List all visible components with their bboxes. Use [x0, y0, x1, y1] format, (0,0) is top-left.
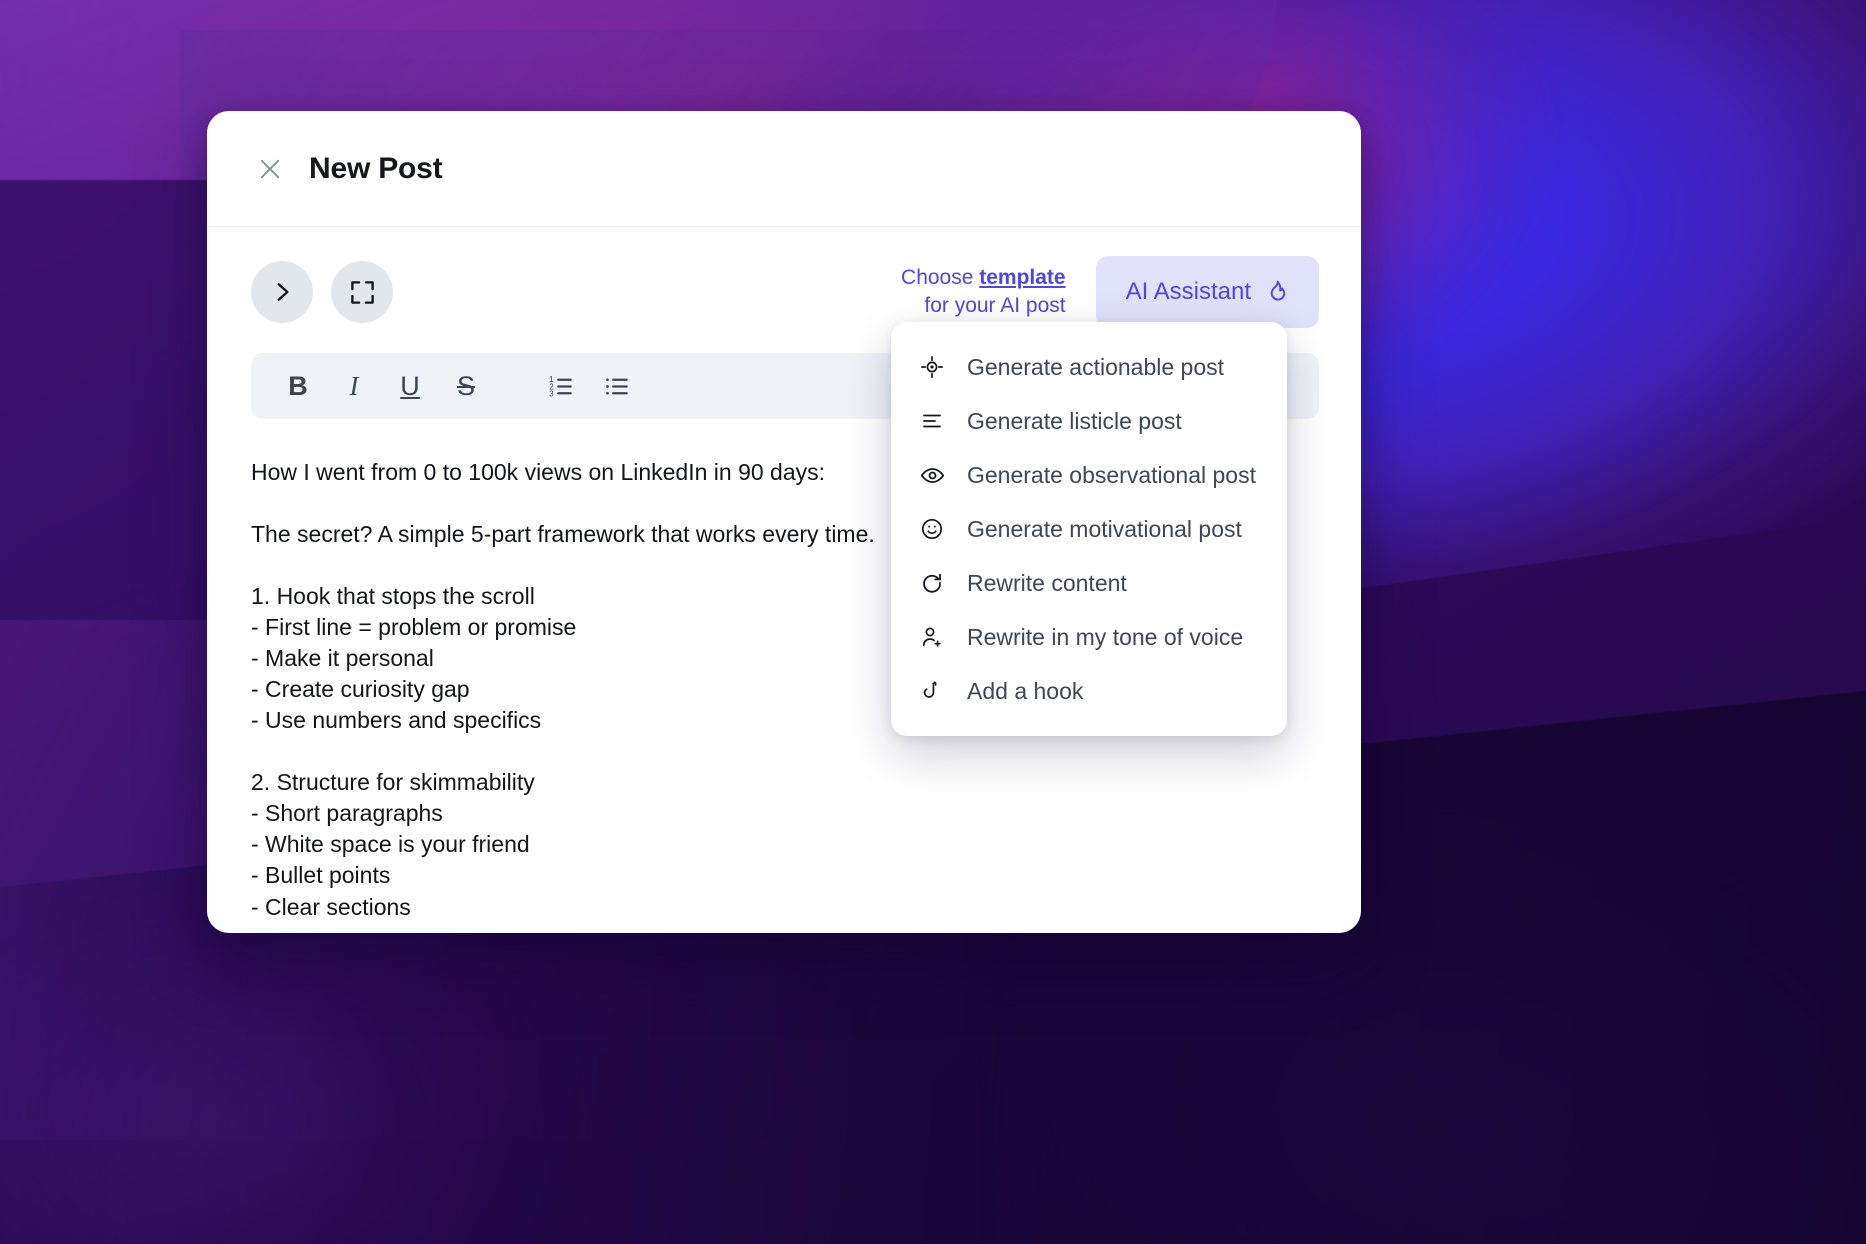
menu-item-label: Generate actionable post — [967, 353, 1225, 380]
fullscreen-icon — [349, 279, 376, 306]
menu-item-label: Rewrite content — [967, 569, 1127, 596]
refresh-icon — [919, 570, 945, 596]
page-title: New Post — [309, 151, 443, 185]
eye-icon — [919, 462, 945, 488]
ai-assistant-button[interactable]: AI Assistant — [1095, 256, 1319, 328]
ai-assistant-menu: Generate actionable post Generate listic… — [891, 322, 1287, 736]
ordered-list-icon: 1 2 3 — [547, 373, 574, 400]
underline-button[interactable]: U — [387, 363, 433, 409]
collapse-panel-button[interactable] — [251, 261, 313, 323]
menu-item-add-a-hook[interactable]: Add a hook — [891, 664, 1287, 718]
bullet-list-button[interactable] — [593, 363, 639, 409]
menu-item-rewrite-content[interactable]: Rewrite content — [891, 556, 1287, 610]
bold-button[interactable]: B — [275, 363, 321, 409]
menu-item-label: Add a hook — [967, 677, 1084, 704]
smiley-icon — [919, 516, 945, 542]
menu-item-rewrite-in-my-tone-of-voice[interactable]: Rewrite in my tone of voice — [891, 610, 1287, 664]
flame-icon — [1263, 279, 1289, 305]
align-left-icon — [919, 408, 945, 434]
editor-line: - White space is your friend — [251, 831, 530, 858]
bullet-list-icon — [603, 373, 630, 400]
menu-item-label: Rewrite in my tone of voice — [967, 623, 1244, 650]
italic-button[interactable]: I — [331, 363, 377, 409]
choose-template-subtext: for your AI post — [924, 294, 1066, 317]
menu-item-label: Generate motivational post — [967, 515, 1242, 542]
choose-template-prefix: Choose — [901, 265, 980, 289]
menu-item-label: Generate observational post — [967, 461, 1256, 488]
strikethrough-button[interactable]: S — [443, 363, 489, 409]
target-icon — [919, 354, 945, 380]
fullscreen-button[interactable] — [331, 261, 393, 323]
menu-item-generate-motivational-post[interactable]: Generate motivational post — [891, 502, 1287, 556]
menu-item-generate-actionable-post[interactable]: Generate actionable post — [891, 340, 1287, 394]
fish-hook-icon — [919, 678, 945, 704]
choose-template-note: Choose template for your AI post — [901, 264, 1066, 321]
editor-line: - Short paragraphs — [251, 800, 443, 827]
svg-text:3: 3 — [549, 389, 554, 398]
template-link[interactable]: template — [979, 266, 1065, 289]
editor-line: 2. Structure for skimmability — [251, 769, 535, 796]
user-plus-icon — [919, 624, 945, 650]
chevron-right-icon — [269, 279, 295, 305]
menu-item-generate-observational-post[interactable]: Generate observational post — [891, 448, 1287, 502]
modal-header: New Post — [207, 111, 1361, 227]
editor-line: - Bullet points — [251, 862, 391, 889]
action-row: Choose template for your AI post AI Assi… — [207, 227, 1361, 331]
close-icon — [256, 155, 284, 183]
ai-assistant-label: AI Assistant — [1125, 278, 1251, 305]
editor-blank-line — [251, 736, 1317, 767]
editor-line: - Clear sections — [251, 893, 411, 920]
menu-item-label: Generate listicle post — [967, 407, 1182, 434]
ordered-list-button[interactable]: 1 2 3 — [537, 363, 583, 409]
close-button[interactable] — [253, 152, 287, 186]
menu-item-generate-listicle-post[interactable]: Generate listicle post — [891, 394, 1287, 448]
